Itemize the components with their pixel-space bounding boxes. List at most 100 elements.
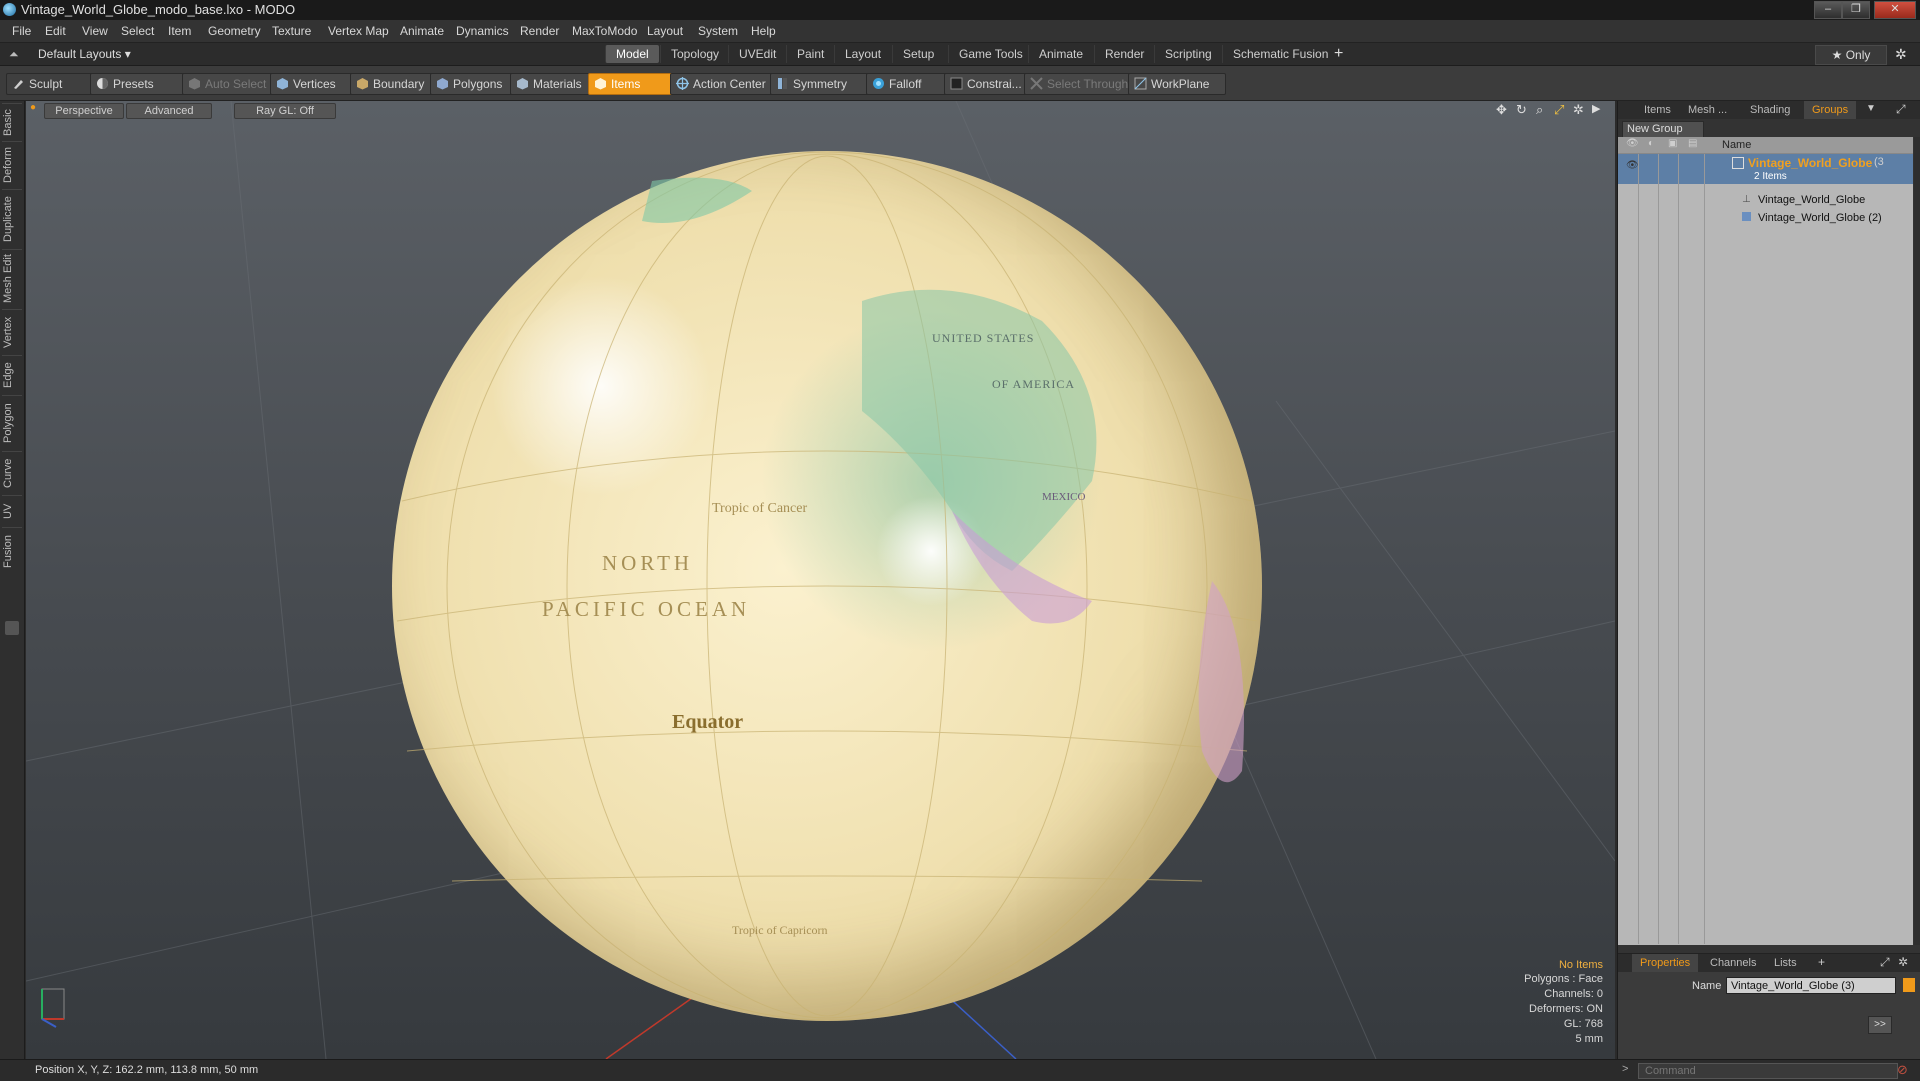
- gear-icon[interactable]: ✲: [1895, 46, 1907, 63]
- tree-row[interactable]: ⊥ Vintage_World_Globe: [1618, 191, 1913, 209]
- select-through-button[interactable]: Select Through: [1024, 73, 1140, 95]
- group-row[interactable]: 👁 Vintage_World_Globe (3 2 Items: [1618, 154, 1913, 184]
- menu-select[interactable]: Select: [121, 24, 154, 38]
- command-input[interactable]: [1638, 1063, 1898, 1079]
- vtab-deform[interactable]: Deform: [2, 141, 22, 188]
- menu-edit[interactable]: Edit: [45, 24, 66, 38]
- menu-system[interactable]: System: [698, 24, 738, 38]
- tree-scrollbar[interactable]: [1914, 137, 1920, 945]
- menu-render[interactable]: Render: [520, 24, 559, 38]
- globe-model[interactable]: UNITED STATES OF AMERICA MEXICO Tropic o…: [392, 151, 1262, 1021]
- maximize-button[interactable]: ❐: [1842, 1, 1870, 19]
- tree-row[interactable]: Vintage_World_Globe (2): [1618, 209, 1913, 227]
- menu-view[interactable]: View: [82, 24, 108, 38]
- lock-icon[interactable]: ▣: [1668, 138, 1677, 149]
- items-button[interactable]: Items: [588, 73, 676, 95]
- default-layouts-dropdown[interactable]: Default Layouts ▾: [38, 47, 131, 61]
- tab-topology[interactable]: Topology: [660, 45, 729, 63]
- palette-toggle-button[interactable]: [5, 621, 19, 635]
- vtab-duplicate[interactable]: Duplicate: [2, 189, 22, 248]
- chevron-down-icon[interactable]: ▼: [1866, 103, 1876, 114]
- vtab-vertex[interactable]: Vertex: [2, 309, 22, 354]
- tab-animate[interactable]: Animate: [1028, 45, 1093, 63]
- menu-animate[interactable]: Animate: [400, 24, 444, 38]
- tab-paint[interactable]: Paint: [786, 45, 834, 63]
- viewport-menu-icon[interactable]: ●: [30, 102, 36, 113]
- vtab-uv[interactable]: UV: [2, 495, 22, 526]
- axis-gizmo: [41, 988, 65, 1028]
- menu-vertex-map[interactable]: Vertex Map: [328, 24, 389, 38]
- visibility-eye-icon[interactable]: 👁: [1626, 138, 1639, 149]
- vtab-fusion[interactable]: Fusion: [2, 527, 22, 574]
- tab-game-tools[interactable]: Game Tools: [948, 45, 1033, 63]
- minimize-button[interactable]: –: [1814, 1, 1842, 19]
- panel-maximize-icon[interactable]: ⤢: [1880, 955, 1890, 970]
- menu-layout[interactable]: Layout: [647, 24, 683, 38]
- presets-button[interactable]: Presets: [90, 73, 184, 95]
- tab-lists[interactable]: Lists: [1766, 954, 1805, 972]
- falloff-button[interactable]: Falloff: [866, 73, 952, 95]
- new-group-button[interactable]: New Group: [1622, 121, 1704, 138]
- main-toolbar: Sculpt Presets Auto Select Vertices Boun…: [0, 66, 1920, 101]
- pan-icon[interactable]: ✥: [1496, 102, 1507, 118]
- label-united-states: UNITED STATES: [932, 331, 1035, 345]
- more-button[interactable]: >>: [1868, 1016, 1892, 1034]
- menu-dynamics[interactable]: Dynamics: [456, 24, 509, 38]
- action-center-button[interactable]: Action Center: [670, 73, 786, 95]
- menu-texture[interactable]: Texture: [272, 24, 311, 38]
- only-toggle[interactable]: ★ Only: [1815, 45, 1887, 65]
- column-divider: [1704, 154, 1705, 944]
- tab-groups[interactable]: Groups: [1804, 101, 1857, 119]
- tab-setup[interactable]: Setup: [892, 45, 944, 63]
- right-panel: Items Mesh ... Shading Groups ▼ ⤢ New Gr…: [1617, 101, 1920, 1060]
- tab-scripting[interactable]: Scripting: [1154, 45, 1222, 63]
- vtab-basic[interactable]: Basic: [2, 103, 22, 142]
- rotate-icon[interactable]: ↻: [1516, 102, 1527, 118]
- menu-item[interactable]: Item: [168, 24, 191, 38]
- vtab-curve[interactable]: Curve: [2, 451, 22, 494]
- tab-model[interactable]: Model: [605, 45, 659, 63]
- stop-icon[interactable]: ⊘: [1897, 1062, 1908, 1078]
- tab-mesh[interactable]: Mesh ...: [1680, 101, 1735, 119]
- close-button[interactable]: ✕: [1874, 1, 1916, 19]
- fit-icon[interactable]: ⤢: [1554, 102, 1564, 118]
- tab-channels[interactable]: Channels: [1702, 954, 1764, 972]
- sculpt-button[interactable]: Sculpt: [6, 73, 94, 95]
- tab-layout[interactable]: Layout: [834, 45, 891, 63]
- view-type-button[interactable]: Perspective: [44, 103, 124, 119]
- group-eye-icon[interactable]: 👁: [1626, 160, 1639, 171]
- item-name-field[interactable]: [1726, 977, 1896, 994]
- add-tab-icon[interactable]: +: [1818, 955, 1825, 969]
- menu-maxtomodo[interactable]: MaxToModo: [572, 24, 637, 38]
- properties-panel: Properties Channels Lists + ⤢ ✲ Name >>: [1618, 953, 1920, 1060]
- add-tab-icon[interactable]: +: [1334, 45, 1343, 63]
- color-swatch[interactable]: [1903, 978, 1915, 992]
- render-toggle-icon[interactable]: ◐: [1648, 138, 1654, 149]
- symmetry-button[interactable]: Symmetry: [770, 73, 874, 95]
- tab-shading[interactable]: Shading: [1742, 101, 1798, 119]
- tab-uvedit[interactable]: UVEdit: [728, 45, 786, 63]
- panel-maximize-icon[interactable]: ⤢: [1896, 102, 1906, 117]
- tab-render[interactable]: Render: [1094, 45, 1154, 63]
- tab-items[interactable]: Items: [1636, 101, 1679, 119]
- vtab-mesh-edit[interactable]: Mesh Edit: [2, 249, 22, 308]
- menu-file[interactable]: File: [12, 24, 31, 38]
- menu-help[interactable]: Help: [751, 24, 776, 38]
- vertices-button[interactable]: Vertices: [270, 73, 362, 95]
- zoom-icon[interactable]: ⌕: [1536, 102, 1543, 118]
- gear-icon[interactable]: ✲: [1898, 955, 1908, 969]
- expand-arrow-icon[interactable]: ▶: [1592, 102, 1600, 115]
- tab-properties[interactable]: Properties: [1632, 954, 1699, 972]
- select-toggle-icon[interactable]: ▤: [1688, 138, 1697, 149]
- workplane-button[interactable]: WorkPlane: [1128, 73, 1226, 95]
- shading-mode-button[interactable]: Advanced: [126, 103, 212, 119]
- gl-stat: GL: 768: [1563, 1018, 1603, 1030]
- 3d-viewport[interactable]: ● Perspective Advanced Ray GL: Off ✥ ↻ ⌕…: [26, 101, 1615, 1059]
- raygl-toggle-button[interactable]: Ray GL: Off: [234, 103, 336, 119]
- viewport-settings-icon[interactable]: ✲: [1573, 102, 1584, 118]
- tab-schematic-fusion[interactable]: Schematic Fusion: [1222, 45, 1338, 63]
- vtab-polygon[interactable]: Polygon: [2, 395, 22, 450]
- layout-toggle-icon[interactable]: ⏶: [9, 47, 19, 62]
- vtab-edge[interactable]: Edge: [2, 355, 22, 394]
- menu-geometry[interactable]: Geometry: [208, 24, 261, 38]
